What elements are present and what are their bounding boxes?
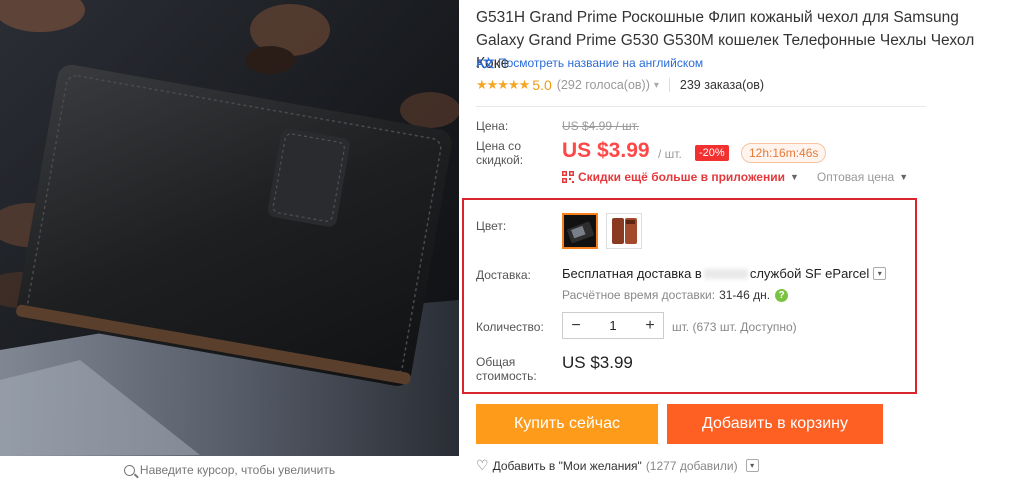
shipping-prefix: Бесплатная доставка в xyxy=(562,266,702,281)
app-promo-row: Скидки ещё больше в приложении ▼ Оптовая… xyxy=(562,170,908,184)
wishlist-link[interactable]: Добавить в "Мои желания" xyxy=(493,459,642,473)
translate-icon: A文 xyxy=(476,58,494,70)
translate-row[interactable]: A文 Посмотреть название на английском xyxy=(476,55,703,71)
delivery-time: Расчётное время доставки: 31-46 дн. ? xyxy=(562,288,789,302)
heart-icon[interactable]: ♡ xyxy=(476,457,489,474)
qr-code-icon xyxy=(562,171,574,183)
quantity-stepper[interactable]: − 1 + xyxy=(562,312,664,339)
price-label: Цена: xyxy=(476,119,509,133)
translate-link[interactable]: Посмотреть название на английском xyxy=(498,56,703,70)
rating-votes[interactable]: (292 голоса(ов)) xyxy=(557,78,650,92)
delivery-time-label: Расчётное время доставки: xyxy=(562,288,716,302)
sale-price: US $3.99 xyxy=(562,139,650,162)
rating-value: 5.0 xyxy=(532,77,552,93)
discount-badge: -20% xyxy=(695,145,729,161)
buy-now-button[interactable]: Купить сейчас xyxy=(476,404,658,444)
quantity-available: шт. (673 шт. Доступно) xyxy=(672,320,797,334)
shipping-label: Доставка: xyxy=(476,268,531,282)
color-swatch-black[interactable] xyxy=(562,213,598,249)
divider xyxy=(476,106,926,107)
brown-case-thumbnail xyxy=(607,214,641,248)
color-label: Цвет: xyxy=(476,219,507,233)
divider xyxy=(668,78,670,92)
caret-down-icon[interactable]: ▼ xyxy=(899,172,908,182)
discount-price-label: Цена со скидкой: xyxy=(476,139,524,167)
redacted-country xyxy=(703,268,748,279)
add-to-cart-button[interactable]: Добавить в корзину xyxy=(667,404,883,444)
wholesale-price-link[interactable]: Оптовая цена xyxy=(817,170,894,184)
countdown-timer: 12h:16m:46s xyxy=(741,143,827,163)
quantity-input[interactable]: 1 xyxy=(589,318,637,333)
chevron-down-icon[interactable]: ▾ xyxy=(873,267,887,280)
star-rating-icon: ★★★★★ xyxy=(476,77,530,92)
caret-down-icon[interactable]: ▼ xyxy=(790,172,799,182)
total-price: US $3.99 xyxy=(562,353,633,372)
phone-case-illustration xyxy=(0,0,459,456)
quantity-label: Количество: xyxy=(476,320,544,334)
product-image[interactable] xyxy=(0,0,459,456)
product-page: Наведите курсор, чтобы увеличить G531H G… xyxy=(0,0,1024,484)
rating-row: ★★★★★ 5.0 (292 голоса(ов)) ▾ 239 заказа(… xyxy=(476,77,764,93)
app-promo-link[interactable]: Скидки ещё больше в приложении xyxy=(578,170,785,184)
wishlist-count: (1277 добавили) xyxy=(645,458,738,473)
shipping-method[interactable]: Бесплатная доставка в службой SF eParcel… xyxy=(562,266,887,281)
orders-count: 239 заказа(ов) xyxy=(679,78,765,92)
black-case-thumbnail xyxy=(564,215,596,247)
magnifier-icon xyxy=(123,464,135,476)
increase-button[interactable]: + xyxy=(637,317,663,335)
zoom-hint-text: Наведите курсор, чтобы увеличить xyxy=(139,463,336,477)
chevron-down-icon[interactable]: ▾ xyxy=(745,459,759,472)
total-label: Общая стоимость: xyxy=(476,355,537,383)
zoom-hint: Наведите курсор, чтобы увеличить xyxy=(0,456,459,484)
question-icon[interactable]: ? xyxy=(775,288,789,302)
color-swatch-brown[interactable] xyxy=(606,213,642,249)
wishlist-row[interactable]: ♡ Добавить в "Мои желания" (1277 добавил… xyxy=(476,457,759,474)
original-price: US $4.99 / шт. xyxy=(562,119,640,133)
chevron-down-icon[interactable]: ▾ xyxy=(654,80,659,91)
product-details: G531H Grand Prime Роскошные Флип кожаный… xyxy=(462,0,1016,484)
delivery-days: 31-46 дн. xyxy=(719,288,771,302)
decrease-button[interactable]: − xyxy=(563,317,589,335)
per-unit: / шт. xyxy=(658,147,682,161)
shipping-suffix: службой SF eParcel xyxy=(749,266,870,281)
